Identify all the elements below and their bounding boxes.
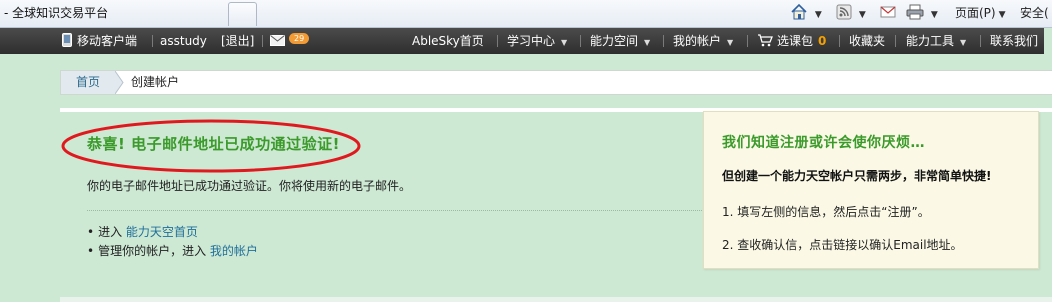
chevron-down-icon: ▼	[814, 10, 822, 20]
cart-count: 0	[818, 34, 827, 48]
nav-item-favorites[interactable]: 收藏夹	[849, 28, 885, 54]
bullet-icon: •	[87, 244, 95, 258]
nav-item-label: 联系我们	[990, 34, 1039, 48]
nav-item-course-cart[interactable]: 选课包 0	[757, 28, 826, 54]
nav-divider	[152, 35, 153, 47]
feeds-button[interactable]: ▼	[836, 3, 866, 23]
envelope-icon	[270, 35, 285, 46]
nav-item-label: 收藏夹	[849, 34, 886, 48]
tip-step-2: 2. 查收确认信，点击链接以确认Email地址。	[722, 238, 963, 252]
nav-item-ability-space[interactable]: 能力空间 ▼	[590, 28, 650, 54]
tip-title: 我们知道注册或许会使你厌烦…	[722, 135, 925, 151]
mail-button[interactable]	[270, 28, 285, 54]
ablesky-home-link[interactable]: 能力天空首页	[126, 225, 198, 239]
list-item: • 管理你的帐户，进入 我的帐户	[87, 242, 258, 259]
nav-divider	[262, 35, 263, 47]
nav-item-my-account[interactable]: 我的帐户 ▼	[673, 28, 733, 54]
print-button[interactable]: ▼	[906, 3, 938, 23]
nav-item-ablesky-home[interactable]: AbleSky首页	[412, 28, 484, 54]
nav-item-label: 学习中心	[507, 34, 556, 48]
mail-icon	[880, 6, 896, 18]
my-account-link[interactable]: 我的帐户	[210, 244, 258, 258]
highlight-ellipse	[61, 119, 361, 173]
nav-item-learning-center[interactable]: 学习中心 ▼	[507, 28, 567, 54]
shopping-cart-icon	[758, 34, 773, 47]
chevron-down-icon: ▼	[930, 10, 938, 20]
safety-menu-label: 安全(	[1020, 6, 1049, 20]
chevron-down-icon: ▼	[727, 38, 734, 47]
nav-item-label: 能力空间	[590, 34, 639, 48]
browser-toolbar: - 全球知识交易平台 ▼ ▼ ▼ 页面(P) ▼ 安全(	[0, 0, 1052, 28]
nav-divider	[895, 35, 896, 47]
nav-item-ability-tools[interactable]: 能力工具 ▼	[906, 28, 966, 54]
mobile-client-link[interactable]: 移动客户端	[61, 28, 137, 54]
tip-subtitle: 但创建一个能力天空帐户只需两步，非常简单快捷!	[722, 169, 992, 183]
print-icon	[906, 4, 924, 20]
chevron-down-icon: ▼	[858, 10, 866, 20]
list-item: • 进入 能力天空首页	[87, 223, 198, 240]
rss-icon	[836, 4, 852, 20]
nav-divider	[747, 35, 748, 47]
page-menu-label: 页面(P)	[955, 6, 996, 20]
nav-divider	[663, 35, 664, 47]
home-button[interactable]: ▼	[790, 3, 822, 23]
dotted-divider	[87, 210, 702, 211]
nav-divider	[980, 35, 981, 47]
username-link[interactable]: asstudy	[160, 28, 207, 54]
breadcrumb: 首页 创建帐户	[60, 70, 1052, 95]
home-icon	[791, 3, 807, 20]
nav-divider	[839, 35, 840, 47]
browser-tab-title: - 全球知识交易平台	[4, 6, 109, 20]
mail-count-badge: 29	[289, 33, 310, 44]
mobile-phone-icon	[62, 33, 72, 47]
chevron-down-icon: ▼	[998, 10, 1006, 20]
breadcrumb-separator-icon	[115, 71, 124, 94]
mobile-client-label: 移动客户端	[77, 34, 138, 48]
read-mail-button[interactable]	[880, 3, 896, 23]
content-bottom-edge	[60, 297, 1052, 302]
logout-link[interactable]: [退出]	[221, 28, 254, 54]
site-navigation-bar: 移动客户端 asstudy [退出] 29 AbleSky首页 学习中心 ▼ 能力…	[0, 28, 1052, 54]
nav-divider	[497, 35, 498, 47]
logout-label: [退出]	[221, 34, 255, 48]
nav-item-contact-us[interactable]: 联系我们▼	[990, 28, 1050, 54]
chevron-down-icon: ▼	[561, 38, 568, 47]
page-edge	[1044, 28, 1052, 54]
nav-item-label: 能力工具	[906, 34, 955, 48]
username-label: asstudy	[160, 34, 207, 48]
breadcrumb-home-link[interactable]: 首页	[61, 71, 115, 94]
browser-tab[interactable]: - 全球知识交易平台	[0, 2, 226, 26]
tip-step-1: 1. 填写左侧的信息，然后点击“注册”。	[722, 205, 930, 219]
chevron-down-icon: ▼	[960, 38, 967, 47]
nav-divider	[580, 35, 581, 47]
chevron-down-icon: ▼	[644, 38, 651, 47]
new-tab-button[interactable]	[228, 2, 257, 26]
nav-item-label: AbleSky首页	[412, 34, 484, 48]
registration-tip-panel: 我们知道注册或许会使你厌烦… 但创建一个能力天空帐户只需两步，非常简单快捷! 1…	[703, 111, 1039, 269]
page-menu[interactable]: 页面(P) ▼	[955, 3, 1006, 23]
safety-menu[interactable]: 安全(	[1020, 3, 1049, 23]
list-item-prefix: 管理你的帐户，进入	[98, 244, 210, 258]
success-description: 你的电子邮件地址已成功通过验证。你将使用新的电子邮件。	[87, 179, 412, 193]
nav-item-label: 选课包	[777, 34, 814, 48]
nav-item-label: 我的帐户	[673, 34, 722, 48]
breadcrumb-current: 创建帐户	[131, 75, 180, 89]
list-item-prefix: 进入	[98, 225, 126, 239]
bullet-icon: •	[87, 225, 95, 239]
